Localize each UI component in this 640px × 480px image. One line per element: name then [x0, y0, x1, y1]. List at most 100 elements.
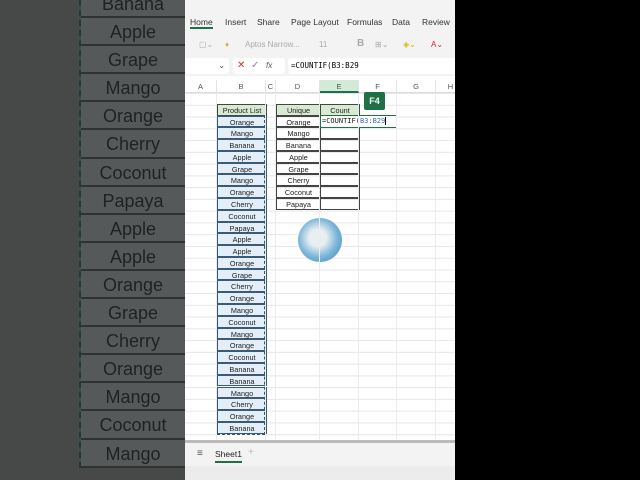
unique-cell[interactable]: Apple: [276, 150, 321, 163]
product-cell[interactable]: Apple: [217, 150, 267, 163]
product-cell[interactable]: Banana: [217, 362, 267, 375]
unique-cell[interactable]: Orange: [276, 115, 321, 128]
background-list: Banana Apple Grape Mango Orange Cherry Coconut…: [79, 0, 185, 468]
product-cell[interactable]: Grape: [217, 268, 267, 281]
font-size-select[interactable]: 11: [319, 40, 327, 49]
product-cell[interactable]: Papaya: [217, 221, 267, 234]
product-cell[interactable]: Cherry: [217, 398, 267, 411]
column-header-d[interactable]: D: [276, 80, 320, 93]
paste-icon[interactable]: ▢⌄: [199, 40, 213, 49]
product-cell[interactable]: Mango: [217, 174, 267, 187]
unique-cell[interactable]: Grape: [276, 162, 321, 175]
tab-share[interactable]: Share: [257, 17, 280, 27]
product-cell[interactable]: Orange: [217, 115, 267, 128]
count-cell[interactable]: [320, 174, 360, 187]
column-header-c[interactable]: C: [266, 80, 276, 93]
product-cell[interactable]: Orange: [217, 256, 267, 269]
background-cell: Apple: [81, 18, 185, 47]
unique-header[interactable]: Unique: [276, 103, 321, 116]
count-cell[interactable]: [320, 198, 360, 210]
product-cell[interactable]: Cherry: [217, 280, 267, 293]
background-cell: Orange: [81, 270, 185, 300]
product-cell[interactable]: Mango: [217, 304, 267, 316]
background-cell: Apple: [81, 214, 185, 243]
product-cell[interactable]: Grape: [217, 162, 267, 175]
count-cell[interactable]: [320, 150, 360, 163]
tab-data[interactable]: Data: [392, 17, 410, 27]
count-cell[interactable]: [320, 186, 360, 198]
fx-icon[interactable]: fx: [266, 61, 272, 70]
cancel-icon[interactable]: ✕: [237, 60, 245, 71]
formula-ref: B3:B29: [359, 117, 386, 125]
grid-line: [435, 93, 436, 440]
background-cell: Papaya: [81, 186, 185, 215]
product-cell[interactable]: Coconut: [217, 209, 267, 222]
unique-cell[interactable]: Mango: [276, 127, 321, 140]
unique-cell[interactable]: Cherry: [276, 174, 321, 187]
enter-icon[interactable]: ✓: [251, 60, 259, 71]
column-header-b[interactable]: B: [217, 80, 266, 93]
background-cell: Grape: [81, 46, 185, 75]
name-box[interactable]: ⌄: [185, 58, 229, 74]
format-painter-icon[interactable]: ♦: [225, 40, 229, 49]
product-cell[interactable]: Coconut: [217, 351, 267, 363]
count-cell[interactable]: [320, 139, 360, 151]
grid-line: [275, 93, 276, 440]
product-cell[interactable]: Orange: [217, 410, 267, 422]
background-cell: Mango: [81, 439, 185, 468]
background-cell: Apple: [81, 242, 185, 271]
key-badge: F4: [364, 92, 385, 110]
excel-window: Home Insert Share Page Layout Formulas D…: [185, 0, 455, 480]
count-cell[interactable]: [320, 127, 360, 140]
count-header[interactable]: Count: [320, 103, 360, 116]
product-cell[interactable]: Cherry: [217, 198, 267, 210]
product-cell[interactable]: Coconut: [217, 315, 267, 328]
grid-line: [265, 93, 266, 440]
tab-insert[interactable]: Insert: [225, 17, 246, 27]
formula-bar: ⌄ ✕ ✓ fx =COUNTIF(B3:B29: [185, 56, 455, 76]
font-name-select[interactable]: Aptos Narrow...: [245, 40, 315, 49]
fill-color-icon[interactable]: ◈⌄: [403, 40, 416, 49]
product-cell[interactable]: Orange: [217, 292, 267, 305]
borders-icon[interactable]: ⊞⌄: [375, 40, 388, 49]
sheet-tab-sheet1[interactable]: Sheet1: [215, 449, 242, 463]
product-cell[interactable]: Banana: [217, 374, 267, 387]
menu-icon[interactable]: ≡: [197, 448, 203, 459]
product-cell[interactable]: Banana: [217, 421, 267, 434]
tab-home[interactable]: Home: [190, 17, 213, 29]
product-cell[interactable]: Mango: [217, 327, 267, 340]
column-headers: ABCDEFGH: [185, 80, 455, 93]
column-header-g[interactable]: G: [397, 80, 436, 93]
count-cell[interactable]: [320, 162, 360, 175]
bold-icon[interactable]: B: [357, 38, 364, 49]
product-cell[interactable]: Apple: [217, 245, 267, 257]
add-sheet-button[interactable]: +: [248, 447, 254, 458]
font-color-icon[interactable]: A⌄: [431, 40, 443, 49]
tab-page-layout[interactable]: Page Layout: [291, 17, 339, 27]
product-list-header[interactable]: Product List: [217, 103, 267, 116]
background-cell: Grape: [81, 299, 185, 328]
tab-formulas[interactable]: Formulas: [347, 17, 382, 27]
background-cell: Coconut: [81, 158, 185, 187]
grid-line: [396, 93, 397, 440]
blurred-background: Banana Apple Grape Mango Orange Cherry Coconut…: [0, 0, 185, 480]
product-cell[interactable]: Orange: [217, 186, 267, 198]
avatar: [298, 218, 342, 262]
product-cell[interactable]: Banana: [217, 139, 267, 151]
formula-input[interactable]: =COUNTIF(B3:B29: [288, 58, 455, 74]
unique-cell[interactable]: Papaya: [276, 198, 321, 210]
background-cell: Orange: [81, 355, 185, 384]
column-header-e[interactable]: E: [320, 80, 359, 93]
product-cell[interactable]: Mango: [217, 127, 267, 140]
background-cell: Mango: [81, 74, 185, 103]
unique-cell[interactable]: Coconut: [276, 186, 321, 198]
column-header-h[interactable]: H: [436, 80, 455, 93]
sheet-tabs-bar: ≡ Sheet1 +: [185, 440, 455, 466]
unique-cell[interactable]: Banana: [276, 139, 321, 151]
formula-buttons: ✕ ✓ fx: [233, 58, 285, 74]
tab-review[interactable]: Review: [422, 17, 450, 27]
column-header-a[interactable]: A: [185, 80, 217, 93]
product-cell[interactable]: Orange: [217, 339, 267, 352]
product-cell[interactable]: Mango: [217, 386, 267, 399]
product-cell[interactable]: Apple: [217, 233, 267, 246]
